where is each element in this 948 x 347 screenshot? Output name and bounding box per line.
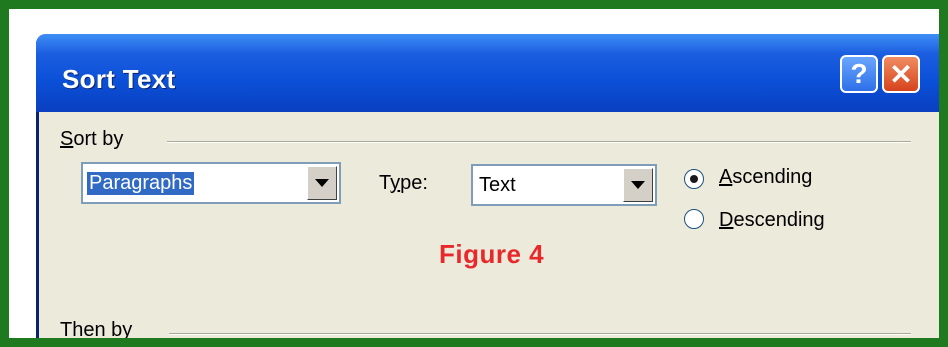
sort-by-divider [167,141,911,143]
sort-by-label-rest: ort by [73,128,124,150]
ascending-label[interactable]: Ascending [719,166,812,189]
sort-by-field-combo[interactable]: Paragraphs [81,162,341,204]
help-button[interactable]: ? [840,55,878,93]
close-button[interactable]: ✕ [882,55,920,93]
type-combo[interactable]: Text [471,164,657,206]
dialog-title: Sort Text [62,64,176,94]
help-icon: ? [850,58,868,89]
then-by-label: Then by [60,319,133,338]
sort-by-label: Sort by [60,128,124,150]
type-value: Text [479,174,516,196]
sort-text-dialog: Sort Text ? ✕ Sort by Paragraphs Type: T… [36,34,939,338]
figure-caption: Figure 4 [439,239,545,269]
then-by-divider [169,333,911,335]
type-label: Type: [379,172,428,194]
sort-by-field-value: Paragraphs [87,172,195,195]
descending-label[interactable]: Descending [719,209,825,232]
dropdown-arrow-icon[interactable] [623,168,653,202]
title-bar[interactable]: Sort Text ? ✕ [36,34,939,112]
descending-radio[interactable] [684,209,704,229]
dropdown-arrow-icon[interactable] [307,166,337,200]
radio-selected-dot [690,175,698,183]
page-area: Sort Text ? ✕ Sort by Paragraphs Type: T… [9,9,939,338]
ascending-radio[interactable] [684,169,704,189]
close-icon: ✕ [889,58,913,90]
